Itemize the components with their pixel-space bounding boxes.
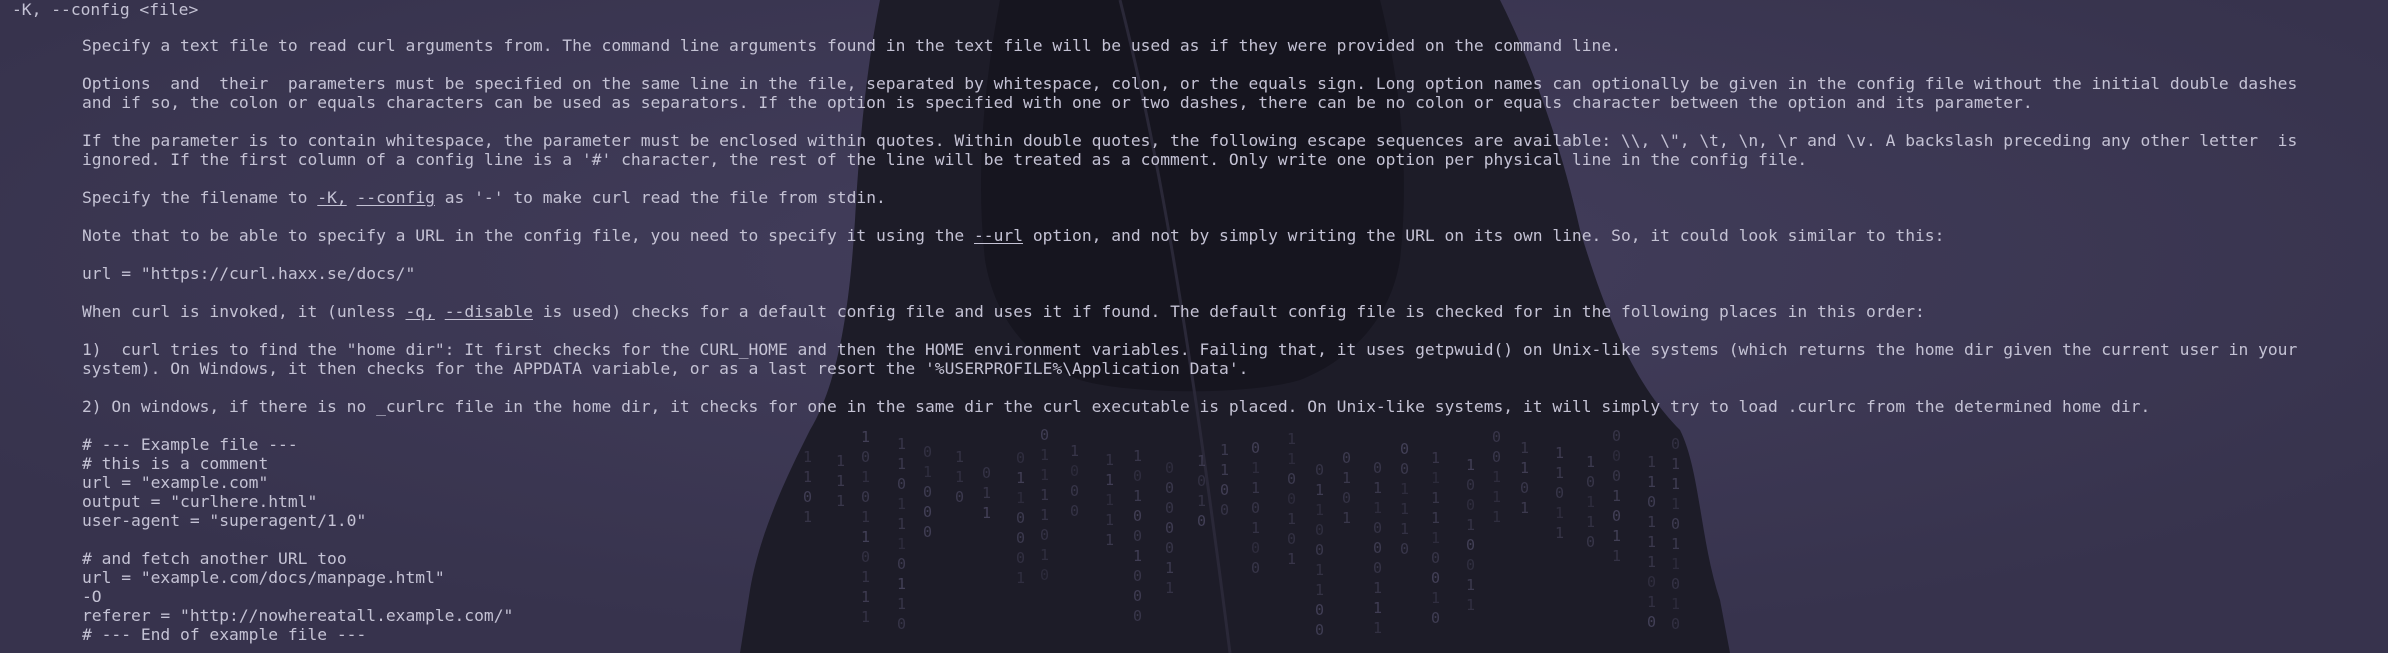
config-long-link[interactable]: --config <box>357 188 435 207</box>
example-line: url = "example.com/docs/manpage.html" <box>82 568 445 587</box>
text-fragment: as '-' to make curl read the file from s… <box>434 188 886 207</box>
terminal-window[interactable]: 1101111101011011111011101100100011001101… <box>0 0 2388 653</box>
url-option-link[interactable]: --url <box>974 226 1023 245</box>
example-line: referer = "http://nowhereatall.example.c… <box>82 606 514 625</box>
text-fragment: When curl is invoked, it (unless <box>82 302 406 321</box>
example-line: # --- End of example file --- <box>82 625 367 644</box>
example-line: user-agent = "superagent/1.0" <box>82 511 367 530</box>
text-fragment: Note that to be able to specify a URL in… <box>82 226 974 245</box>
paragraph-options-line2: and if so, the colon or equals character… <box>82 93 2033 112</box>
paragraph-url-note: Note that to be able to specify a URL in… <box>82 226 1944 245</box>
example-line: -O <box>82 587 102 606</box>
paragraph-quotes-line2: ignored. If the first column of a config… <box>82 150 1808 169</box>
config-short-link[interactable]: -K, <box>317 188 346 207</box>
disable-option-link[interactable]: --disable <box>445 302 533 321</box>
url-example-line: url = "https://curl.haxx.se/docs/" <box>82 264 416 283</box>
text-fragment: is used) checks for a default config fil… <box>532 302 1925 321</box>
paragraph-windows-curlrc: 2) On windows, if there is no _curlrc fi… <box>82 397 2151 416</box>
paragraph-options-line1: Options and their parameters must be spe… <box>82 74 2298 93</box>
example-line: # --- Example file --- <box>82 435 298 454</box>
example-line: url = "example.com" <box>82 473 269 492</box>
option-heading: -K, --config <file> <box>12 0 199 19</box>
paragraph-stdin: Specify the filename to -K, --config as … <box>82 188 886 207</box>
text-fragment: Specify the filename to <box>82 188 318 207</box>
paragraph-home-dir-line1: 1) curl tries to find the "home dir": It… <box>82 340 2298 359</box>
text-fragment <box>347 188 357 207</box>
q-option-link[interactable]: -q, <box>405 302 434 321</box>
example-line: output = "curlhere.html" <box>82 492 318 511</box>
example-line: # and fetch another URL too <box>82 549 347 568</box>
paragraph-default-config: When curl is invoked, it (unless -q, --d… <box>82 302 1925 321</box>
text-fragment: option, and not by simply writing the UR… <box>1023 226 1945 245</box>
paragraph-config-intro: Specify a text file to read curl argumen… <box>82 36 1621 55</box>
paragraph-home-dir-line2: system). On Windows, it then checks for … <box>82 359 1249 378</box>
example-line: # this is a comment <box>82 454 269 473</box>
paragraph-quotes-line1: If the parameter is to contain whitespac… <box>82 131 2298 150</box>
text-fragment <box>435 302 445 321</box>
man-page-output[interactable]: -K, --config <file> Specify a text file … <box>0 0 2388 653</box>
